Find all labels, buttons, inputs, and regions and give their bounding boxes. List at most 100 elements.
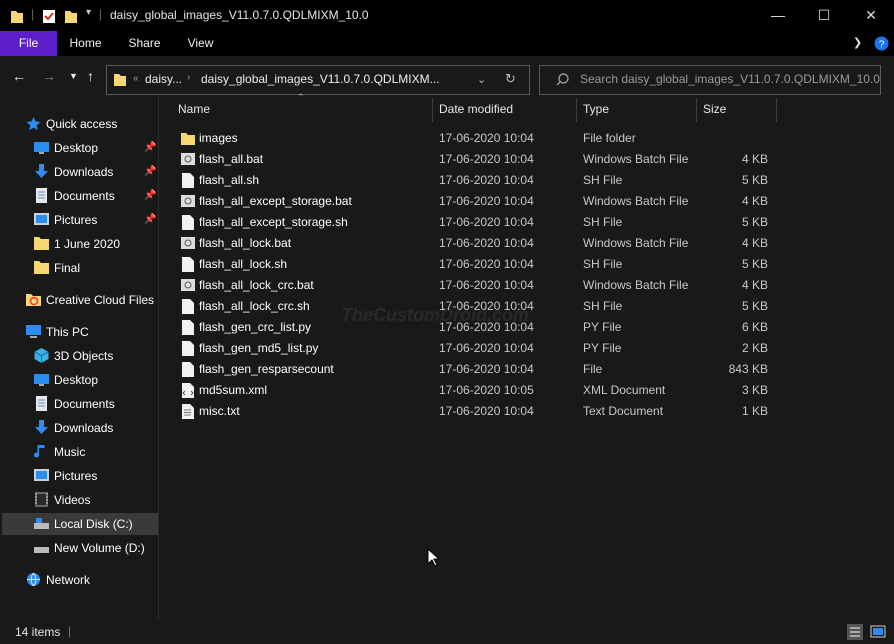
sidebar-item-quick-access[interactable]: Quick access (0, 113, 158, 135)
recent-locations-icon[interactable]: ▼ (69, 71, 78, 81)
pin-icon[interactable]: 📌 (144, 137, 156, 159)
file-row[interactable]: flash_all_lock_crc.bat 17-06-2020 10:04 … (170, 275, 790, 296)
pictures-icon (34, 469, 49, 481)
navigation-bar: ← → ▼ ↑ « daisy... › daisy_global_images… (0, 56, 894, 96)
sidebar-item-pictures[interactable]: Pictures 📌 (0, 209, 158, 231)
sidebar-item-desktop[interactable]: Desktop 📌 (0, 137, 158, 159)
column-date-modified[interactable]: Date modified (439, 102, 513, 116)
sidebar-item-creative-cloud-files[interactable]: Creative Cloud Files (0, 289, 158, 311)
pane-divider[interactable] (158, 96, 159, 620)
customize-quick-access-icon[interactable]: ▾ (86, 7, 91, 18)
sidebar-item-downloads-pc[interactable]: Downloads (0, 417, 158, 439)
new-folder-icon[interactable] (64, 8, 78, 24)
column-name[interactable]: Name (178, 102, 210, 116)
batch-file-icon (181, 237, 195, 249)
item-count: 14 items (15, 625, 61, 639)
column-size[interactable]: Size (703, 102, 726, 116)
file-row[interactable]: md5sum.xml 17-06-2020 10:05 XML Document… (170, 380, 790, 401)
batch-file-icon (181, 195, 195, 207)
sidebar-item-pictures-pc[interactable]: Pictures (0, 465, 158, 487)
column-separator[interactable] (432, 98, 433, 122)
file-row[interactable]: flash_all.bat 17-06-2020 10:04 Windows B… (170, 149, 790, 170)
large-icons-view-icon[interactable] (870, 624, 886, 640)
chevron-down-icon[interactable]: ⌄ (477, 73, 486, 86)
sidebar-item-documents-pc[interactable]: Documents (0, 393, 158, 415)
search-input[interactable]: Search daisy_global_images_V11.0.7.0.QDL… (539, 65, 881, 95)
pin-icon[interactable]: 📌 (144, 185, 156, 207)
documents-icon (36, 396, 47, 411)
star-icon (26, 117, 41, 131)
sidebar-item-3d-objects[interactable]: 3D Objects (0, 345, 158, 367)
maximize-button[interactable]: ☐ (801, 0, 847, 31)
folder-icon (34, 261, 49, 274)
help-icon[interactable]: ? (874, 36, 889, 51)
pin-icon[interactable]: 📌 (144, 209, 156, 231)
column-separator[interactable] (576, 98, 577, 122)
drive-icon (34, 518, 49, 529)
network-icon (27, 572, 40, 587)
download-icon (35, 164, 48, 178)
pictures-icon (34, 213, 49, 225)
file-icon (182, 341, 194, 356)
sidebar-item-local-disk-c[interactable]: Local Disk (C:) (2, 513, 158, 535)
file-row[interactable]: images 17-06-2020 10:04 File folder (170, 128, 790, 149)
sidebar-item-desktop-pc[interactable]: Desktop (0, 369, 158, 391)
creative-cloud-icon (26, 294, 41, 306)
svg-text:?: ? (879, 40, 885, 51)
tab-file[interactable]: File (0, 31, 57, 56)
expand-ribbon-icon[interactable]: ❯ (853, 36, 862, 49)
video-icon (35, 492, 48, 507)
address-bar[interactable]: « daisy... › daisy_global_images_V11.0.7… (106, 65, 530, 95)
file-row[interactable]: flash_all.sh 17-06-2020 10:04 SH File 5 … (170, 170, 790, 191)
ribbon-tabs: File Home Share View ❯ ? (0, 31, 894, 56)
column-separator[interactable] (776, 98, 777, 122)
file-row[interactable]: flash_gen_md5_list.py 17-06-2020 10:04 P… (170, 338, 790, 359)
column-header: ⌃ Name Date modified Type Size (159, 92, 894, 122)
column-separator[interactable] (696, 98, 697, 122)
tab-share[interactable]: Share (116, 31, 173, 56)
file-row[interactable]: flash_all_lock.sh 17-06-2020 10:04 SH Fi… (170, 254, 790, 275)
computer-icon (26, 325, 41, 338)
sidebar-item-this-pc[interactable]: This PC (0, 321, 158, 343)
up-arrow-icon[interactable]: ↑ (87, 68, 94, 84)
details-view-icon[interactable] (847, 624, 863, 640)
tab-home[interactable]: Home (57, 31, 114, 56)
file-icon (182, 362, 194, 377)
download-icon (35, 420, 48, 434)
column-type[interactable]: Type (583, 102, 609, 116)
watermark: TheCustomDroid.com (341, 305, 530, 325)
file-row[interactable]: misc.txt 17-06-2020 10:04 Text Document … (170, 401, 790, 422)
folder-icon (11, 11, 23, 23)
batch-file-icon (181, 153, 195, 165)
close-button[interactable]: ✕ (848, 0, 894, 31)
batch-file-icon (181, 279, 195, 291)
file-row[interactable]: flash_all_except_storage.sh 17-06-2020 1… (170, 212, 790, 233)
sidebar-item-music[interactable]: Music (0, 441, 158, 463)
minimize-button[interactable]: — (755, 0, 801, 31)
refresh-icon[interactable]: ↻ (505, 71, 516, 87)
pin-icon[interactable]: 📌 (144, 161, 156, 183)
breadcrumb-item[interactable]: daisy... (145, 72, 182, 86)
sidebar-item-documents[interactable]: Documents 📌 (0, 185, 158, 207)
back-arrow-icon[interactable]: ← (12, 68, 26, 84)
xml-file-icon (182, 383, 194, 398)
file-row[interactable]: flash_all_lock.bat 17-06-2020 10:04 Wind… (170, 233, 790, 254)
sidebar-item-new-volume-d[interactable]: New Volume (D:) (0, 537, 158, 559)
breadcrumb-item[interactable]: daisy_global_images_V11.0.7.0.QDLMIXM... (201, 72, 440, 86)
status-bar: 14 items | (0, 620, 894, 644)
file-row[interactable]: flash_all_except_storage.bat 17-06-2020 … (170, 191, 790, 212)
desktop-icon (34, 374, 49, 386)
sidebar-item-downloads[interactable]: Downloads 📌 (0, 161, 158, 183)
music-icon (34, 445, 45, 458)
sidebar-item-network[interactable]: Network (0, 569, 158, 591)
file-row[interactable]: flash_gen_resparsecount 17-06-2020 10:04… (170, 359, 790, 380)
breadcrumb-overflow[interactable]: « (133, 73, 139, 84)
sidebar-item-1-june-2020[interactable]: 1 June 2020 (0, 233, 158, 255)
forward-arrow-icon[interactable]: → (42, 68, 56, 84)
sidebar-item-videos[interactable]: Videos (0, 489, 158, 511)
properties-icon[interactable] (42, 8, 56, 24)
sidebar-item-final[interactable]: Final (0, 257, 158, 279)
file-icon (182, 215, 194, 230)
file-icon (182, 173, 194, 188)
tab-view[interactable]: View (172, 31, 229, 56)
